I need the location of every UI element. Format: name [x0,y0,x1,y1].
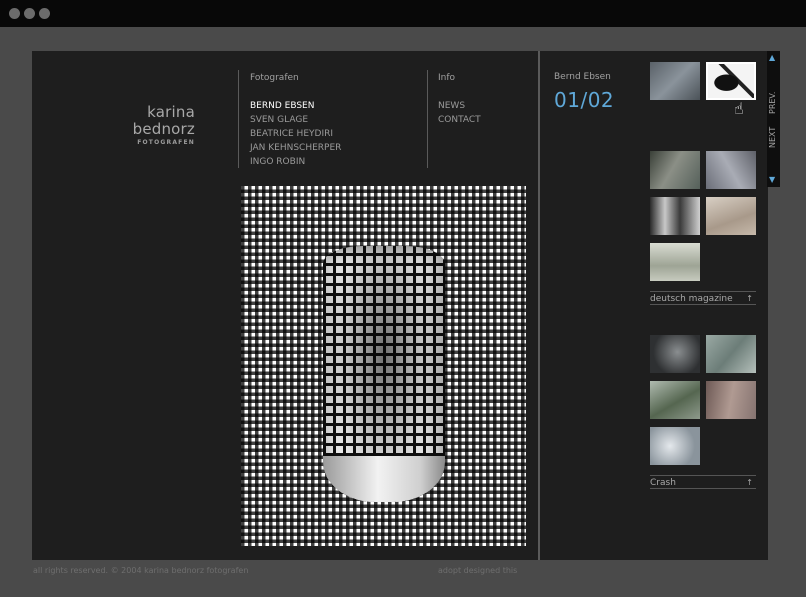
category-deutsch-magazine[interactable]: deutsch magazine ↑ [650,291,756,305]
triangle-up-icon[interactable]: ▲ [769,54,775,62]
category2-thumb-4[interactable] [706,381,756,419]
nav-photographer-ebsen[interactable]: BERND EBSEN [250,99,341,113]
window-close-dot[interactable] [9,8,20,19]
nav-news-link[interactable]: NEWS [438,99,481,113]
vase-base [323,456,445,502]
category1-thumb-2[interactable] [706,151,756,189]
nav-photographer-kehnscherper[interactable]: JAN KEHNSCHERPER [250,141,341,155]
arrow-up-icon: ↑ [746,478,753,487]
nav-photographer-heydiri[interactable]: BEATRICE HEYDIRI [250,127,341,141]
prev-button[interactable]: PREV. [768,87,779,119]
category-label: Crash [650,478,676,488]
nav-photographer-glage[interactable]: SVEN GLAGE [250,113,341,127]
prev-next-scrollbar[interactable]: ▲ PREV. NEXT ▼ [767,51,780,187]
category2-thumb-5[interactable] [650,427,700,465]
nav-divider-left [238,70,239,168]
site-logo[interactable]: karina bednorz FOTOGRAFEN [82,103,195,147]
current-photographer-name: Bernd Ebsen [554,72,611,82]
category2-thumb-3[interactable] [650,381,700,419]
next-button[interactable]: NEXT [768,123,779,151]
nav-divider-right [427,70,428,168]
category1-thumb-3[interactable] [650,197,700,235]
main-photo[interactable] [241,186,526,546]
photographer-list: BERND EBSEN SVEN GLAGE BEATRICE HEYDIRI … [250,99,341,169]
category-crash[interactable]: Crash ↑ [650,475,756,489]
logo-name: karina bednorz [132,103,195,138]
category1-thumb-1[interactable] [650,151,700,189]
series-thumb-1[interactable] [650,62,700,100]
nav-photographer-robin[interactable]: INGO ROBIN [250,155,341,169]
category1-thumb-5[interactable] [650,243,700,281]
footer-copyright: all rights reserved. © 2004 karina bedno… [33,566,249,575]
category-label: deutsch magazine [650,294,733,304]
vase-image [323,246,445,502]
fotografen-heading: Fotografen [250,73,299,83]
arrow-up-icon: ↑ [746,294,753,303]
triangle-down-icon[interactable]: ▼ [769,176,775,184]
panel-divider [538,51,540,560]
category2-thumb-1[interactable] [650,335,700,373]
nav-contact-link[interactable]: CONTACT [438,113,481,127]
category2-thumb-2[interactable] [706,335,756,373]
hand-pointer-icon: ☝ [734,99,744,118]
category1-thumb-4[interactable] [706,197,756,235]
window-minimize-dot[interactable] [24,8,35,19]
footer-credit-link[interactable]: adopt designed this [438,566,517,575]
series-thumb-2-selected[interactable] [706,62,756,100]
info-list: NEWS CONTACT [438,99,481,127]
window-titlebar [0,0,806,27]
window-zoom-dot[interactable] [39,8,50,19]
image-counter: 01/02 [554,88,615,112]
info-heading: Info [438,73,456,83]
logo-subtitle: FOTOGRAFEN [137,139,195,146]
